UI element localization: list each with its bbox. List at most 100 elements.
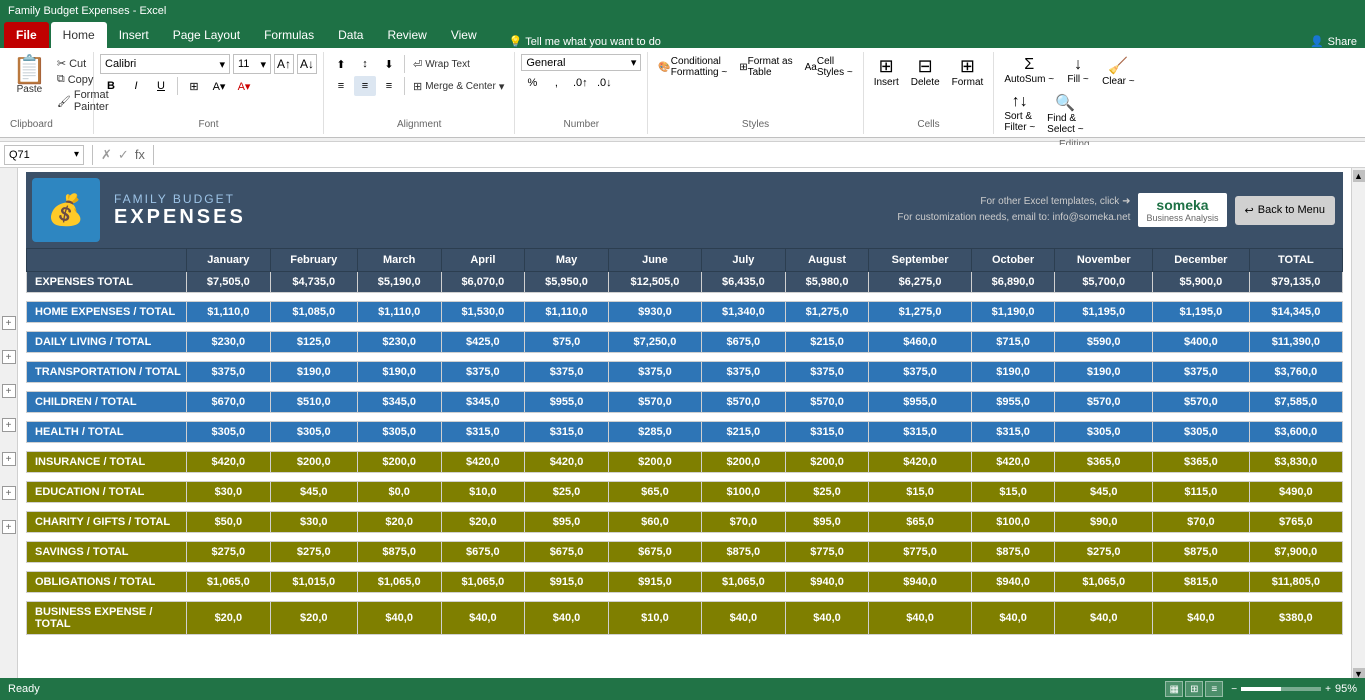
col-header-september: September: [869, 249, 971, 272]
tab-file[interactable]: File: [4, 22, 49, 48]
row-value: $775,0: [785, 542, 869, 563]
font-color-button[interactable]: A▾: [233, 76, 255, 96]
formula-input[interactable]: [162, 145, 1361, 165]
sort-filter-button[interactable]: ↑↓ Sort &Filter ~: [1000, 91, 1039, 137]
align-middle-button[interactable]: ↕: [354, 54, 376, 74]
scroll-bar-right[interactable]: ▲ ▼: [1351, 168, 1365, 682]
row-value: $590,0: [1055, 332, 1153, 353]
normal-view-button[interactable]: ▦: [1165, 681, 1183, 697]
share-btn[interactable]: Share: [1328, 36, 1357, 48]
row-value: $715,0: [971, 332, 1055, 353]
row-value: $940,0: [785, 572, 869, 593]
align-left-button[interactable]: ≡: [330, 76, 352, 96]
scroll-up-button[interactable]: ▲: [1353, 170, 1365, 182]
tab-view[interactable]: View: [439, 22, 489, 48]
row-value: $375,0: [525, 362, 609, 383]
tell-me-text: Tell me what you want to do: [525, 36, 661, 48]
row-value: $570,0: [1055, 392, 1153, 413]
cell-reference[interactable]: Q71 ▾: [4, 145, 84, 165]
font-size-selector[interactable]: 11 ▾: [233, 54, 271, 74]
paste-button[interactable]: 📋 Paste: [10, 54, 49, 97]
sidebar-plus-3[interactable]: +: [2, 384, 16, 398]
zoom-control: − + 95%: [1231, 683, 1357, 695]
cancel-formula-icon[interactable]: ✗: [101, 147, 112, 163]
row-value: $930,0: [608, 302, 701, 323]
confirm-formula-icon[interactable]: ✓: [118, 147, 129, 163]
align-top-button[interactable]: ⬆: [330, 54, 352, 74]
comma-button[interactable]: ,: [545, 73, 567, 93]
number-format-selector[interactable]: General▾: [521, 54, 641, 71]
tab-data[interactable]: Data: [326, 22, 375, 48]
tab-review[interactable]: Review: [375, 22, 438, 48]
insert-button[interactable]: ⊞ Insert: [870, 54, 903, 90]
title-bar: Family Budget Expenses - Excel: [0, 0, 1365, 22]
row-value: $30,0: [187, 482, 271, 503]
percent-button[interactable]: %: [521, 73, 543, 93]
row-value: $420,0: [187, 452, 271, 473]
page-break-view-button[interactable]: ≡: [1205, 681, 1223, 697]
align-right-button[interactable]: ≡: [378, 76, 400, 96]
zoom-in-button[interactable]: +: [1325, 684, 1331, 695]
fill-color-button[interactable]: A▾: [208, 76, 230, 96]
row-value: $315,0: [785, 422, 869, 443]
tab-home[interactable]: Home: [51, 22, 107, 48]
number-label: Number: [521, 119, 641, 132]
row-value: $25,0: [785, 482, 869, 503]
clear-button[interactable]: 🧹 Clear ~: [1098, 54, 1139, 89]
sidebar-plus-7[interactable]: +: [2, 520, 16, 534]
merge-center-button[interactable]: ⊞ Merge & Center ▾: [409, 79, 508, 94]
sidebar-plus-2[interactable]: +: [2, 350, 16, 364]
sidebar-plus-4[interactable]: +: [2, 418, 16, 432]
decrease-decimal-button[interactable]: .0↓: [593, 73, 615, 93]
row-value: $5,700,0: [1055, 272, 1153, 293]
underline-button[interactable]: U: [150, 76, 172, 96]
row-value: $1,065,0: [1055, 572, 1153, 593]
border-button[interactable]: ⊞: [183, 76, 205, 96]
autosum-button[interactable]: Σ AutoSum ~: [1000, 54, 1058, 89]
conditional-formatting-button[interactable]: 🎨 ConditionalFormatting ~: [654, 54, 731, 80]
back-to-menu-button[interactable]: ↩ Back to Menu: [1235, 196, 1335, 225]
row-value: $20,0: [441, 512, 525, 533]
cell-styles-button[interactable]: Aa CellStyles ~: [801, 54, 857, 80]
page-layout-view-button[interactable]: ⊞: [1185, 681, 1203, 697]
italic-button[interactable]: I: [125, 76, 147, 96]
row-value: $215,0: [785, 332, 869, 353]
row-value: $230,0: [357, 332, 441, 353]
zoom-out-button[interactable]: −: [1231, 684, 1237, 695]
increase-decimal-button[interactable]: .0↑: [569, 73, 591, 93]
tab-insert[interactable]: Insert: [107, 22, 161, 48]
format-as-table-button[interactable]: ⊞ Format asTable: [735, 54, 796, 80]
row-value: $875,0: [971, 542, 1055, 563]
sidebar-plus-6[interactable]: +: [2, 486, 16, 500]
font-increase-button[interactable]: A↑: [274, 54, 294, 74]
bold-button[interactable]: B: [100, 76, 122, 96]
zoom-slider[interactable]: [1241, 687, 1321, 691]
format-button[interactable]: ⊞ Format: [948, 54, 988, 90]
align-bottom-button[interactable]: ⬇: [378, 54, 400, 74]
status-bar: Ready ▦ ⊞ ≡ − + 95%: [0, 678, 1365, 700]
table-header-row: January February March April May June Ju…: [27, 249, 1343, 272]
sheet-container: + + + + + + + 💰 FAMILY BUDGET EXPENSES: [0, 168, 1365, 682]
sidebar-plus-5[interactable]: +: [2, 452, 16, 466]
delete-button[interactable]: ⊟ Delete: [907, 54, 944, 90]
sidebar-plus-1[interactable]: +: [2, 316, 16, 330]
wrap-text-button[interactable]: ⏎ Wrap Text: [409, 57, 474, 72]
align-center-button[interactable]: ≡: [354, 76, 376, 96]
spreadsheet[interactable]: 💰 FAMILY BUDGET EXPENSES For other Excel…: [18, 168, 1351, 682]
fill-button[interactable]: ↓ Fill ~: [1062, 54, 1094, 89]
row-value: $40,0: [971, 602, 1055, 635]
row-value: $50,0: [187, 512, 271, 533]
row-value: $315,0: [525, 422, 609, 443]
row-value: $375,0: [187, 362, 271, 383]
tab-page-layout[interactable]: Page Layout: [161, 22, 252, 48]
font-decrease-button[interactable]: A↓: [297, 54, 317, 74]
row-value: $1,085,0: [270, 302, 357, 323]
row-label: HEALTH / TOTAL: [27, 422, 187, 443]
row-value: $570,0: [1153, 392, 1250, 413]
row-value: $875,0: [1153, 542, 1250, 563]
row-value: $65,0: [608, 482, 701, 503]
find-select-button[interactable]: 🔍 Find &Select ~: [1043, 91, 1087, 137]
font-name-selector[interactable]: Calibri ▾: [100, 54, 230, 74]
tab-formulas[interactable]: Formulas: [252, 22, 326, 48]
fx-icon[interactable]: fx: [135, 147, 145, 163]
